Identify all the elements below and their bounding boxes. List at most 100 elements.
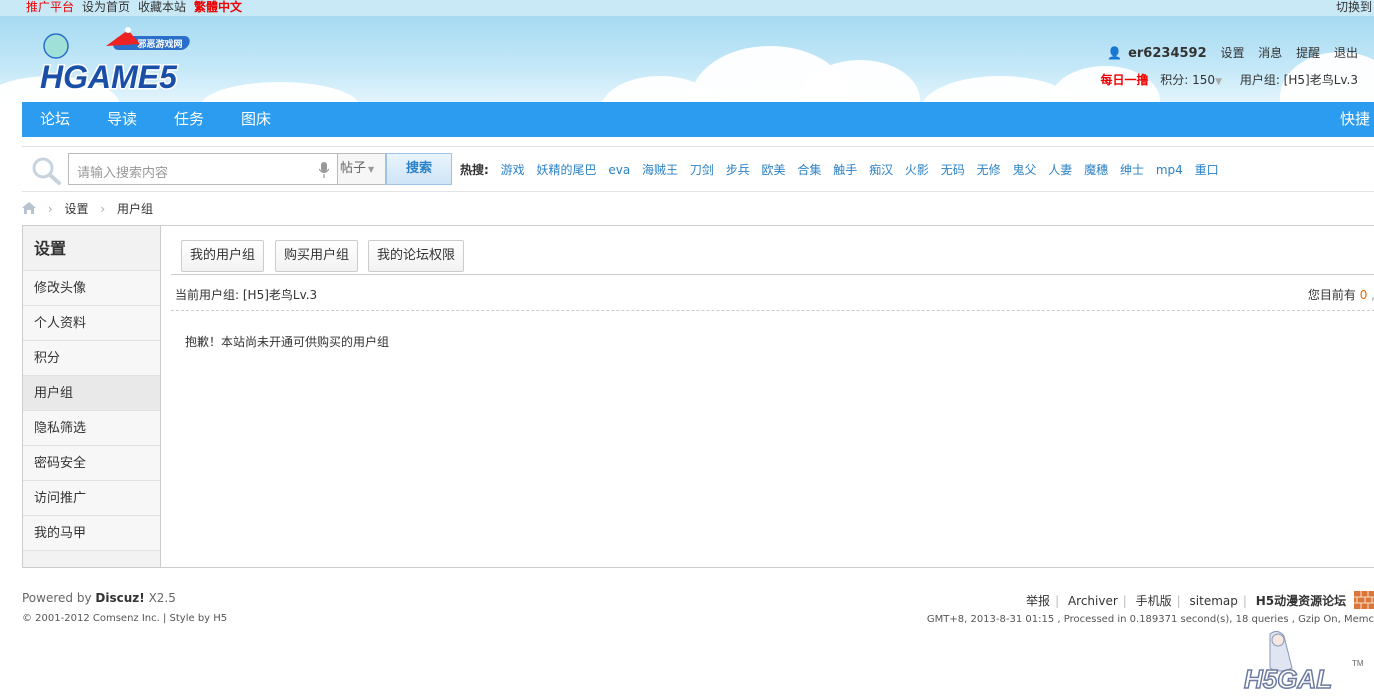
current-usergroup: 当前用户组: [H5]老鸟Lv.3	[175, 288, 318, 302]
tab-divider	[171, 274, 1374, 275]
user-icon: 👤	[1107, 46, 1123, 60]
currency-balance: 您目前有 0 ,	[1308, 286, 1374, 303]
hot-keyword[interactable]: 欧美	[762, 163, 786, 177]
logout-link[interactable]: 退出	[1334, 46, 1358, 60]
notifications-link[interactable]: 提醒	[1296, 46, 1320, 60]
currency-value: 0	[1359, 288, 1368, 302]
archiver-link[interactable]: Archiver	[1068, 594, 1118, 608]
search-type-select[interactable]: 帖子 ▼	[338, 153, 386, 185]
breadcrumb-separator: ›	[100, 202, 106, 216]
switch-style-link[interactable]: 切换到	[1336, 0, 1372, 15]
settings-sidebar: 设置 修改头像 个人资料 积分 用户组 隐私筛选 密码安全 访问推广 我的马甲	[23, 226, 161, 567]
site-name-link[interactable]: H5动漫资源论坛	[1256, 594, 1346, 608]
username-link[interactable]: er6234592	[1128, 46, 1207, 61]
report-link[interactable]: 举报	[1026, 594, 1050, 608]
sidebar-item-profile[interactable]: 个人资料	[23, 306, 160, 341]
hot-keyword[interactable]: 人妻	[1048, 163, 1072, 177]
sidebar-item-promotion[interactable]: 访问推广	[23, 481, 160, 516]
user-stats-bar: 每日一撸 积分: 150▼ 用户组: [H5]老鸟Lv.3	[1100, 71, 1358, 88]
microphone-icon[interactable]	[319, 162, 329, 178]
hot-keyword[interactable]: 绅士	[1120, 163, 1144, 177]
usergroup-label: 用户组: [H5]老鸟Lv.3	[1239, 73, 1358, 87]
sidebar-item-avatar[interactable]: 修改头像	[23, 271, 160, 306]
tab-buy-usergroup[interactable]: 购买用户组	[275, 240, 359, 272]
sidebar-item-usergroup[interactable]: 用户组	[23, 376, 160, 411]
h5gal-logo: H5GAL TM	[1243, 630, 1364, 694]
hot-search-label: 热搜:	[460, 163, 489, 177]
daily-checkin-link[interactable]: 每日一撸	[1100, 73, 1148, 87]
hot-keyword[interactable]: 重口	[1195, 163, 1219, 177]
points-dropdown[interactable]: 积分: 150	[1160, 73, 1215, 87]
nav-forum[interactable]: 论坛	[40, 102, 70, 137]
promo-link[interactable]: 推广平台	[26, 0, 74, 15]
discuz-link[interactable]: Discuz!	[95, 591, 144, 605]
hot-keyword[interactable]: 刀剑	[690, 163, 714, 177]
nav-tasks[interactable]: 任务	[174, 102, 204, 137]
hot-keyword[interactable]: 魔穗	[1084, 163, 1108, 177]
currency-label: 您目前有	[1307, 288, 1356, 302]
dashed-divider	[171, 310, 1374, 311]
sitemap-link[interactable]: sitemap	[1190, 594, 1238, 608]
no-purchasable-notice: 抱歉！本站尚未开通可供购买的用户组	[185, 335, 390, 349]
hot-keyword[interactable]: 无修	[977, 163, 1001, 177]
chevron-down-icon: ▼	[368, 165, 375, 174]
search-input[interactable]: 请输入搜索内容	[68, 153, 338, 185]
hot-keyword[interactable]: 鬼父	[1012, 163, 1036, 177]
hot-keyword[interactable]: 触手	[833, 163, 857, 177]
copyright: © 2001-2012 Comsenz Inc. | Style by H5	[22, 613, 228, 624]
sidebar-item-alias[interactable]: 我的马甲	[23, 516, 160, 551]
hot-keyword[interactable]: 妖精的尾巴	[536, 163, 596, 177]
hot-keyword[interactable]: 无码	[941, 163, 965, 177]
main-nav: 论坛 导读 任务 图床 快捷	[22, 102, 1374, 137]
search-type-label: 帖子	[340, 161, 367, 176]
hot-keyword[interactable]: eva	[608, 163, 630, 177]
hot-keyword[interactable]: 合集	[797, 163, 821, 177]
powered-prefix: Powered by	[22, 591, 92, 605]
mobile-link[interactable]: 手机版	[1136, 594, 1172, 608]
svg-text:TM: TM	[1352, 659, 1364, 668]
brick-icon	[1354, 591, 1374, 609]
home-icon[interactable]	[22, 202, 36, 214]
footer-links: 举报 | Archiver | 手机版 | sitemap | H5动漫资源论坛	[1026, 591, 1374, 609]
nav-guide[interactable]: 导读	[107, 102, 137, 137]
breadcrumb-separator: ›	[47, 202, 53, 216]
powered-version: X2.5	[148, 591, 176, 605]
sidebar-title: 设置	[23, 226, 160, 271]
hot-keyword[interactable]: 火影	[905, 163, 929, 177]
sidebar-item-privacy[interactable]: 隐私筛选	[23, 411, 160, 446]
site-header: 邪恶游戏网 HGAME5 👤 er6234592 设置 消息 提醒 退出 每日一…	[0, 16, 1374, 102]
footer-meta: GMT+8, 2013-8-31 01:15 , Processed in 0.…	[926, 614, 1374, 625]
hgame5-logo[interactable]: 邪恶游戏网 HGAME5	[36, 26, 202, 96]
breadcrumb-usergroup[interactable]: 用户组	[117, 202, 153, 216]
breadcrumb: › 设置 › 用户组	[22, 200, 153, 216]
tab-my-usergroup[interactable]: 我的用户组	[181, 240, 265, 272]
sidebar-item-credits[interactable]: 积分	[23, 341, 160, 376]
hot-keyword[interactable]: 步兵	[726, 163, 750, 177]
svg-text:HGAME5: HGAME5	[40, 59, 178, 95]
search-button[interactable]: 搜索	[386, 153, 452, 185]
hot-keyword[interactable]: mp4	[1156, 163, 1183, 177]
main-panel: 我的用户组 购买用户组 我的论坛权限 当前用户组: [H5]老鸟Lv.3 您目前…	[161, 226, 1374, 567]
user-info-bar: 👤 er6234592 设置 消息 提醒 退出	[1107, 44, 1358, 61]
nav-quick[interactable]: 快捷	[1340, 102, 1370, 137]
hot-keyword[interactable]: 海贼王	[642, 163, 678, 177]
hot-search-list: 热搜: 游戏 妖精的尾巴 eva 海贼王 刀剑 步兵 欧美 合集 触手 痴汉 火…	[460, 161, 1219, 178]
set-home-link[interactable]: 设为首页	[82, 0, 130, 15]
nav-image-host[interactable]: 图床	[241, 102, 271, 137]
search-bar: 请输入搜索内容 帖子 ▼ 搜索 热搜: 游戏 妖精的尾巴 eva 海贼王 刀剑 步…	[22, 146, 1374, 192]
messages-link[interactable]: 消息	[1258, 46, 1282, 60]
breadcrumb-settings[interactable]: 设置	[64, 202, 88, 216]
hot-keyword[interactable]: 痴汉	[869, 163, 893, 177]
bookmark-link[interactable]: 收藏本站	[138, 0, 186, 15]
hot-keyword[interactable]: 游戏	[501, 163, 525, 177]
content-panel: 设置 修改头像 个人资料 积分 用户组 隐私筛选 密码安全 访问推广 我的马甲 …	[22, 225, 1374, 568]
top-toolbar: 推广平台 设为首页 收藏本站 繁體中文 切换到	[0, 0, 1374, 16]
traditional-chinese-link[interactable]: 繁體中文	[194, 0, 242, 15]
search-placeholder: 请输入搜索内容	[77, 166, 169, 181]
sidebar-item-password[interactable]: 密码安全	[23, 446, 160, 481]
powered-by: Powered by Discuz! X2.5	[22, 591, 176, 605]
tab-forum-permissions[interactable]: 我的论坛权限	[368, 240, 465, 272]
svg-text:H5GAL: H5GAL	[1244, 664, 1332, 694]
settings-link[interactable]: 设置	[1220, 46, 1244, 60]
svg-text:邪恶游戏网: 邪恶游戏网	[136, 38, 182, 49]
